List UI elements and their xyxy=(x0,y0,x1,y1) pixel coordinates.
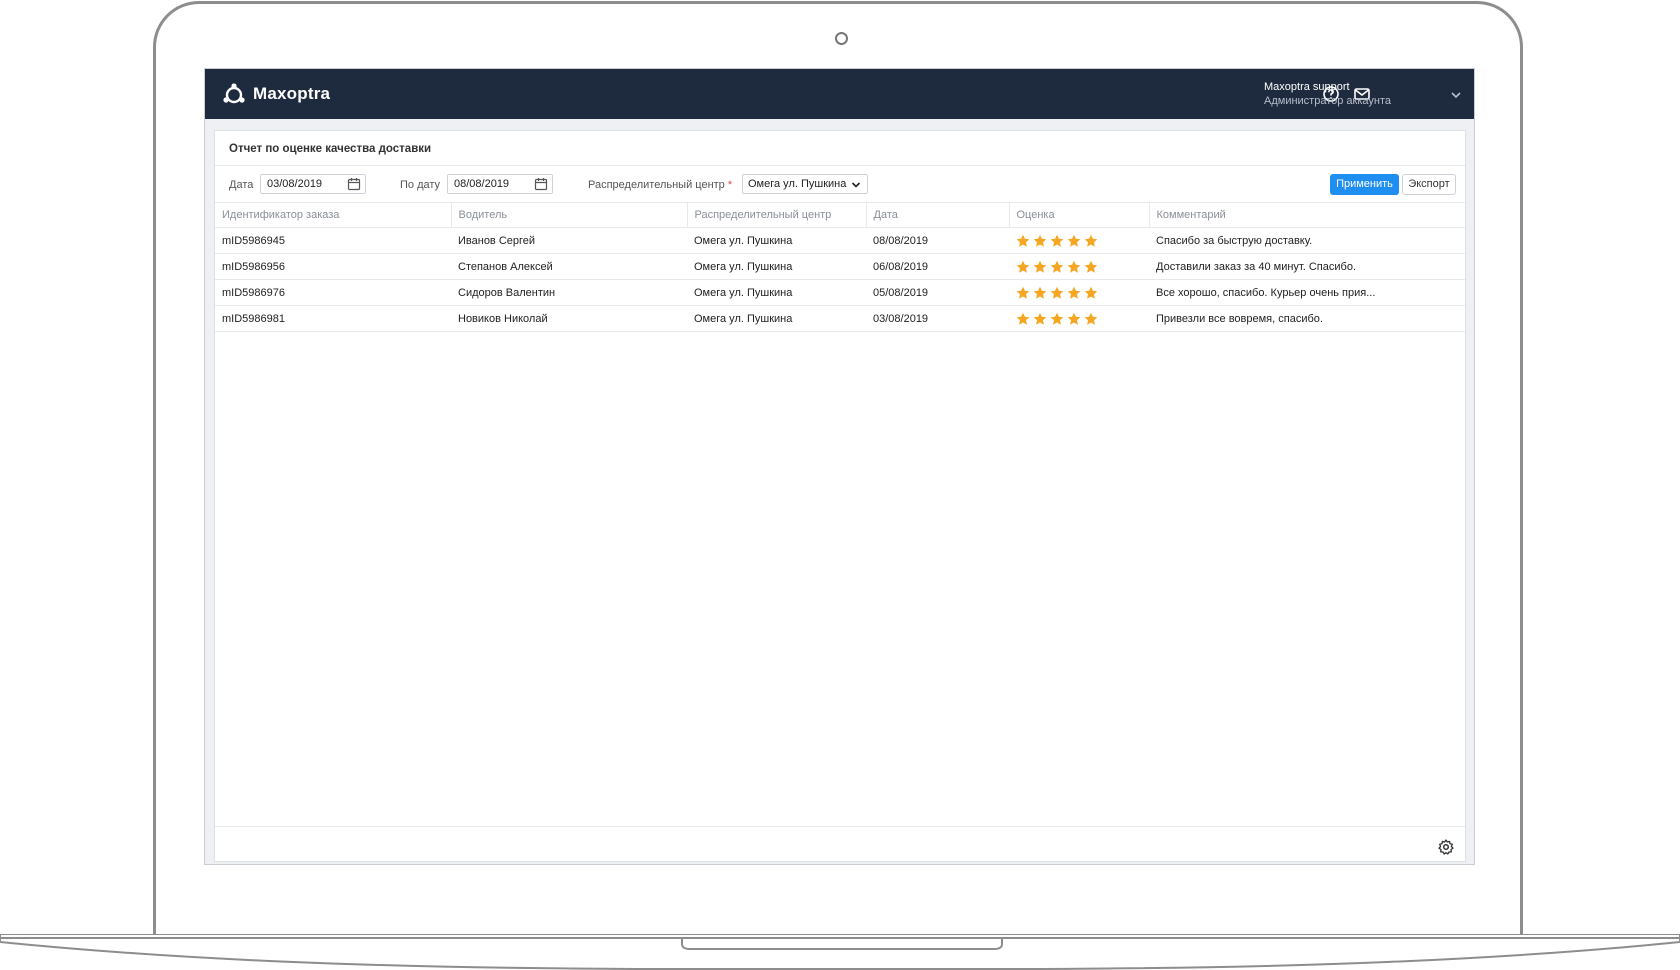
table-row[interactable]: mID5986976 Сидоров Валентин Омега ул. Пушк… xyxy=(215,279,1467,306)
user-menu[interactable]: Maxoptra support Администратор аккаунта xyxy=(1264,80,1391,108)
star-rating xyxy=(1016,260,1149,274)
rating-cell xyxy=(1009,305,1149,332)
column-header-rating[interactable]: Оценка xyxy=(1009,202,1150,228)
driver-cell: Сидоров Валентин xyxy=(451,279,687,306)
star-rating xyxy=(1016,312,1149,326)
camera-dot xyxy=(835,32,848,45)
column-header-driver[interactable]: Водитель xyxy=(451,202,688,228)
filter-bar: Дата 03/08/2019 По дату 08/08/2019 Распр… xyxy=(215,173,1465,199)
rating-cell xyxy=(1009,227,1149,254)
column-header-date[interactable]: Дата xyxy=(866,202,1010,228)
star-icon xyxy=(1050,234,1064,247)
distribution-center-label-text: Распределительный центр xyxy=(588,179,725,191)
ratings-table: Идентификатор заказа Водитель Распредели… xyxy=(215,202,1467,332)
star-icon xyxy=(1033,286,1047,299)
star-rating xyxy=(1016,286,1149,300)
star-icon xyxy=(1067,260,1081,273)
center-cell: Омега ул. Пушкина xyxy=(687,305,866,332)
date-to-label: По дату xyxy=(400,179,441,191)
star-icon xyxy=(1050,260,1064,273)
order-id-cell: mID5986976 xyxy=(215,279,451,306)
order-id-cell: mID5986981 xyxy=(215,305,451,332)
user-name: Maxoptra support xyxy=(1264,81,1350,93)
table-row[interactable]: mID5986956 Степанов Алексей Омега ул. Пушк… xyxy=(215,253,1467,280)
column-header-center[interactable]: Распределительный центр xyxy=(687,202,867,228)
table-header-row: Идентификатор заказа Водитель Распредели… xyxy=(215,202,1467,228)
order-id-cell: mID5986956 xyxy=(215,253,451,280)
star-icon xyxy=(1033,260,1047,273)
footer-divider xyxy=(215,826,1465,827)
order-id-cell: mID5986945 xyxy=(215,227,451,254)
date-cell: 06/08/2019 xyxy=(866,253,1009,280)
date-cell: 05/08/2019 xyxy=(866,279,1009,306)
column-header-order-id[interactable]: Идентификатор заказа xyxy=(215,202,452,228)
calendar-icon[interactable] xyxy=(347,177,361,191)
gear-icon[interactable] xyxy=(1438,839,1454,855)
chevron-down-icon xyxy=(851,182,861,188)
comment-cell: Все хорошо, спасибо. Курьер очень прия..… xyxy=(1149,279,1467,306)
center-cell: Омега ул. Пушкина xyxy=(687,227,866,254)
app-screen: Maxoptra Maxoptra support Администратор … xyxy=(204,68,1475,865)
date-to-value: 08/08/2019 xyxy=(454,178,510,190)
rating-cell xyxy=(1009,279,1149,306)
center-cell: Омега ул. Пушкина xyxy=(687,253,866,280)
star-icon xyxy=(1067,234,1081,247)
distribution-center-select[interactable]: Омега ул. Пушкина xyxy=(742,174,868,194)
page-title: Отчет по оценке качества доставки xyxy=(229,143,432,155)
star-icon xyxy=(1016,286,1030,299)
comment-cell: Спасибо за быструю доставку. xyxy=(1149,227,1467,254)
brand-name: Maxoptra xyxy=(253,84,331,103)
center-cell: Омега ул. Пушкина xyxy=(687,279,866,306)
export-button[interactable]: Экспорт xyxy=(1402,174,1456,195)
comment-cell: Привезли все вовремя, спасибо. xyxy=(1149,305,1467,332)
distribution-center-value: Омега ул. Пушкина xyxy=(748,178,847,190)
date-to-field[interactable]: 08/08/2019 xyxy=(447,174,553,194)
laptop-base xyxy=(0,934,1680,970)
driver-cell: Новиков Николай xyxy=(451,305,687,332)
chevron-down-icon[interactable] xyxy=(1450,89,1462,101)
divider xyxy=(215,165,1465,166)
date-from-field[interactable]: 03/08/2019 xyxy=(260,174,366,194)
user-role: Администратор аккаунта xyxy=(1264,95,1392,107)
required-mark: * xyxy=(727,179,733,191)
date-from-label: Дата xyxy=(229,179,254,191)
star-icon xyxy=(1016,312,1030,325)
table-row[interactable]: mID5986981 Новиков Николай Омега ул. Пушки… xyxy=(215,305,1467,332)
star-icon xyxy=(1033,312,1047,325)
star-icon xyxy=(1067,286,1081,299)
rating-cell xyxy=(1009,253,1149,280)
star-icon xyxy=(1016,260,1030,273)
star-rating xyxy=(1016,234,1149,248)
maxoptra-logo-icon xyxy=(223,83,245,104)
apply-button[interactable]: Применить xyxy=(1330,174,1399,195)
star-icon xyxy=(1067,312,1081,325)
report-panel: Отчет по оценке качества доставки Дата 0… xyxy=(214,130,1467,862)
driver-cell: Степанов Алексей xyxy=(451,253,687,280)
date-cell: 03/08/2019 xyxy=(866,305,1009,332)
driver-cell: Иванов Сергей xyxy=(451,227,687,254)
table-row[interactable]: mID5986945 Иванов Сергей Омега ул. Пушкина… xyxy=(215,227,1467,254)
comment-cell: Доставили заказ за 40 минут. Спасибо. xyxy=(1149,253,1467,280)
top-navigation-bar: Maxoptra Maxoptra support Администратор … xyxy=(205,69,1474,119)
star-icon xyxy=(1084,234,1098,247)
star-icon xyxy=(1084,260,1098,273)
star-icon xyxy=(1084,312,1098,325)
date-cell: 08/08/2019 xyxy=(866,227,1009,254)
date-from-value: 03/08/2019 xyxy=(267,178,323,190)
star-icon xyxy=(1050,286,1064,299)
distribution-center-label: Распределительный центр * xyxy=(588,179,732,191)
brand[interactable]: Maxoptra xyxy=(221,81,330,107)
star-icon xyxy=(1016,234,1030,247)
star-icon xyxy=(1050,312,1064,325)
column-header-comment[interactable]: Комментарий xyxy=(1149,202,1467,228)
star-icon xyxy=(1084,286,1098,299)
star-icon xyxy=(1033,234,1047,247)
calendar-icon[interactable] xyxy=(534,177,548,191)
